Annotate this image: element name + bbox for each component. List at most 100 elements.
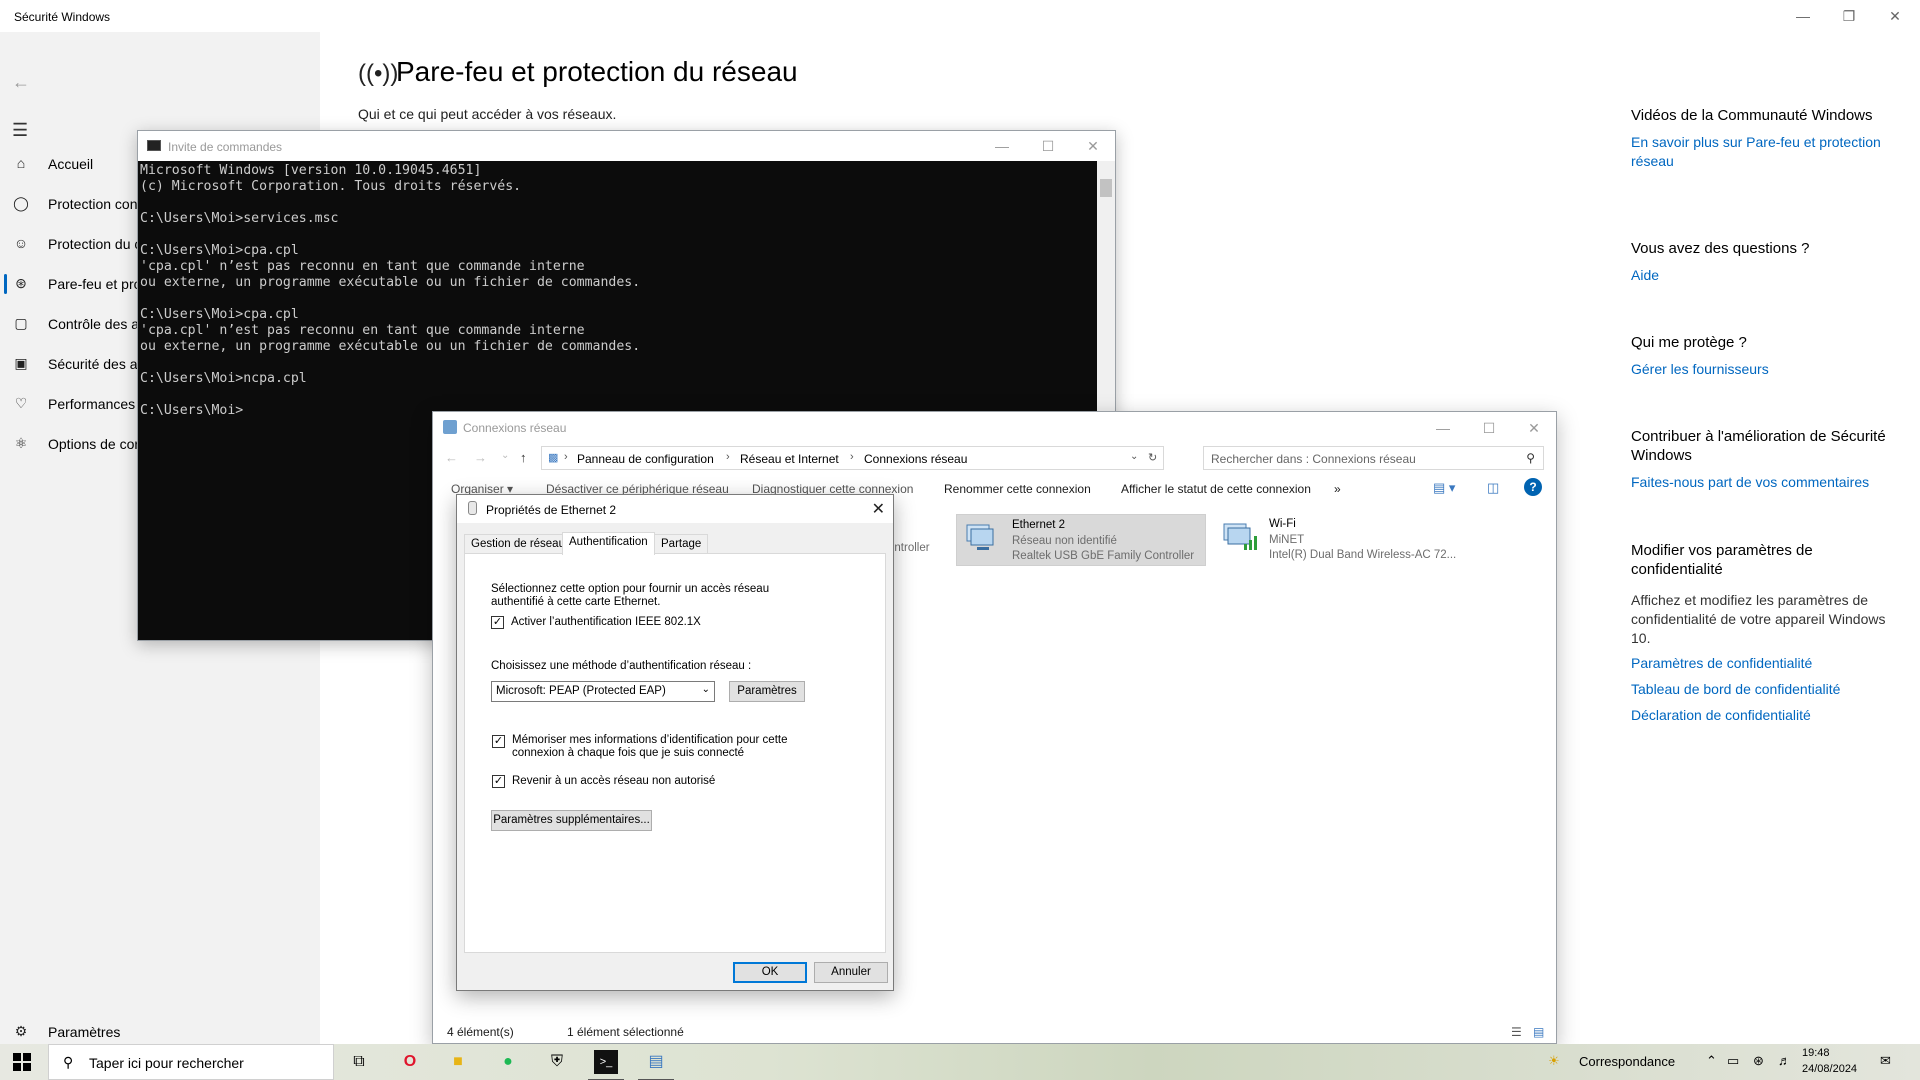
details-view-icon[interactable]: ☰	[1511, 1025, 1522, 1039]
windows-logo-icon	[13, 1053, 21, 1061]
security-titlebar: Sécurité Windows — ❐ ✕	[0, 0, 1920, 32]
ethernet-properties-dialog[interactable]: Propriétés de Ethernet 2 ✕ Gestion de ré…	[456, 494, 894, 991]
wifi-icon[interactable]: ⊛	[1753, 1053, 1764, 1080]
connection-status: MiNET	[1269, 533, 1305, 546]
refresh-icon[interactable]: ↻	[1148, 451, 1157, 464]
auth-method-select[interactable]: Microsoft: PEAP (Protected EAP) ⌄	[491, 681, 715, 702]
search-icon: ⚲	[63, 1054, 74, 1070]
cancel-button[interactable]: Annuler	[814, 962, 888, 983]
windows-security-icon[interactable]: ⛨	[545, 1050, 569, 1074]
enable-8021x-checkbox[interactable]: ✓	[491, 616, 504, 629]
address-row: ← → ⌄ ↑ ▩ › Panneau de configuration › R…	[433, 446, 1556, 472]
remember-credentials-checkbox[interactable]: ✓	[492, 735, 505, 748]
feedback-link[interactable]: Faites-nous part de vos commentaires	[1631, 473, 1891, 492]
close-button[interactable]: ✕	[1070, 130, 1116, 162]
ethernet-adapter-icon	[966, 524, 994, 550]
help-icon[interactable]: ?	[1524, 478, 1542, 496]
taskbar: ⚲ Taper ici pour rechercher ⧉ O ■ ● ⛨ >_…	[0, 1044, 1920, 1080]
hamburger-menu-icon[interactable]: ☰	[12, 120, 28, 141]
fallback-access-checkbox[interactable]: ✓	[492, 775, 505, 788]
close-button[interactable]: ✕	[1511, 412, 1557, 444]
privacy-dashboard-link[interactable]: Tableau de bord de confidentialité	[1631, 680, 1891, 699]
tab-networking[interactable]: Gestion de réseau	[464, 534, 572, 554]
privacy-settings-link[interactable]: Paramètres de confidentialité	[1631, 654, 1891, 673]
scrollbar-thumb[interactable]	[1100, 179, 1112, 197]
fallback-access-label[interactable]: Revenir à un accès réseau non autorisé	[512, 775, 715, 788]
sidebar-item-label: Pare-feu et pro	[48, 276, 142, 292]
intro-text: Sélectionnez cette option pour fournir u…	[491, 583, 770, 595]
dialog-titlebar[interactable]: Propriétés de Ethernet 2 ✕	[457, 495, 893, 523]
section-title: Vidéos de la Communauté Windows	[1631, 107, 1873, 124]
list-item[interactable]: Wi-Fi MiNET Intel(R) Dual Band Wireless-…	[1214, 514, 1474, 566]
back-arrow-icon[interactable]: ←	[445, 450, 458, 465]
clock-date[interactable]: 24/08/2024	[1802, 1063, 1857, 1080]
page-title: Pare-feu et protection du réseau	[396, 56, 798, 87]
back-arrow-icon[interactable]: ←	[12, 72, 32, 92]
opera-icon[interactable]: O	[398, 1050, 422, 1074]
close-icon[interactable]: ✕	[872, 499, 885, 519]
search-input[interactable]: Rechercher dans : Connexions réseau ⚲	[1203, 446, 1544, 470]
close-button[interactable]: ✕	[1872, 0, 1918, 32]
additional-settings-button[interactable]: Paramètres supplémentaires...	[491, 810, 652, 831]
file-explorer-icon[interactable]: ■	[446, 1050, 470, 1074]
list-item[interactable]: Ethernet 2 Réseau non identifié Realtek …	[956, 514, 1206, 566]
maximize-button[interactable]: ☐	[1466, 412, 1512, 444]
taskbar-search-input[interactable]: ⚲ Taper ici pour rechercher	[48, 1044, 334, 1080]
rename-button[interactable]: Renommer cette connexion	[944, 482, 1091, 496]
change-view-icon[interactable]: ▤ ▾	[1433, 480, 1455, 496]
connection-device: Realtek USB GbE Family Controller	[1012, 550, 1195, 562]
breadcrumb-item[interactable]: Réseau et Internet	[740, 452, 839, 466]
volume-icon[interactable]: ♬	[1778, 1053, 1791, 1080]
view-status-button[interactable]: Afficher le statut de cette connexion	[1121, 482, 1311, 496]
authentication-panel: Sélectionnez cette option pour fournir u…	[464, 553, 886, 953]
cmd-titlebar[interactable]: Invite de commandes — ☐ ✕	[138, 131, 1115, 161]
maximize-button[interactable]: ☐	[1025, 130, 1071, 162]
wireless-icon: ⊛	[15, 275, 27, 291]
search-icon: ⚲	[1526, 451, 1535, 465]
gear-icon: ⚙	[14, 1023, 28, 1039]
address-bar[interactable]: ▩ › Panneau de configuration › Réseau et…	[541, 446, 1164, 470]
firewall-info-link[interactable]: En savoir plus sur Pare-feu et protectio…	[1631, 133, 1891, 171]
ncp-titlebar[interactable]: Connexions réseau — ☐ ✕	[433, 412, 1556, 442]
manage-providers-link[interactable]: Gérer les fournisseurs	[1631, 360, 1891, 379]
forward-arrow-icon[interactable]: →	[474, 450, 487, 465]
ncp-status-bar: 4 élément(s) 1 élément sélectionné ☰ ▤	[433, 1021, 1556, 1043]
windows-logo-icon	[13, 1063, 21, 1071]
tiles-view-icon[interactable]: ▤	[1533, 1025, 1544, 1039]
minimize-button[interactable]: —	[1780, 0, 1826, 32]
preview-pane-icon[interactable]: ◫	[1487, 480, 1499, 496]
list-item[interactable]: ontroller	[888, 514, 948, 566]
remember-credentials-label[interactable]: Mémoriser mes informations d’identificat…	[512, 734, 787, 747]
minimize-button[interactable]: —	[979, 130, 1025, 162]
cmd-window-title: Invite de commandes	[168, 140, 283, 154]
tab-sharing[interactable]: Partage	[654, 534, 709, 554]
ok-button[interactable]: OK	[733, 962, 807, 983]
person-icon: ☺	[13, 235, 29, 251]
spotify-icon[interactable]: ●	[496, 1050, 520, 1074]
network-icon[interactable]: ▭	[1727, 1053, 1739, 1080]
sidebar-item-label: Sécurité des ap	[48, 356, 146, 372]
restore-button[interactable]: ❐	[1826, 0, 1872, 32]
command-prompt-icon[interactable]: >_	[588, 1050, 624, 1080]
task-view-icon[interactable]: ⧉	[347, 1050, 371, 1074]
privacy-statement-link[interactable]: Déclaration de confidentialité	[1631, 706, 1891, 725]
minimize-button[interactable]: —	[1420, 412, 1466, 444]
weather-text[interactable]: Correspondance	[1579, 1054, 1675, 1080]
notifications-icon[interactable]: ✉	[1880, 1053, 1891, 1080]
breadcrumb-item[interactable]: Panneau de configuration	[577, 452, 714, 466]
weather-icon[interactable]: ☀	[1548, 1053, 1560, 1080]
tab-authentication[interactable]: Authentification	[562, 532, 655, 555]
auth-settings-button[interactable]: Paramètres	[729, 681, 805, 702]
more-commands-button[interactable]: »	[1334, 482, 1341, 496]
start-button[interactable]	[13, 1053, 31, 1071]
help-link[interactable]: Aide	[1631, 266, 1891, 285]
up-arrow-icon[interactable]: ↑	[520, 450, 527, 465]
remember-credentials-label[interactable]: connexion à chaque fois que je suis conn…	[512, 747, 744, 760]
chevron-down-icon[interactable]: ⌄	[1130, 451, 1138, 462]
recent-dropdown-icon[interactable]: ⌄	[501, 450, 509, 461]
chevron-up-icon[interactable]: ⌃	[1706, 1053, 1717, 1080]
enable-8021x-label[interactable]: Activer l’authentification IEEE 802.1X	[511, 616, 701, 629]
control-panel-icon[interactable]: ▤	[638, 1050, 674, 1080]
section-title: Qui me protège ?	[1631, 334, 1747, 351]
breadcrumb-item[interactable]: Connexions réseau	[864, 452, 967, 466]
